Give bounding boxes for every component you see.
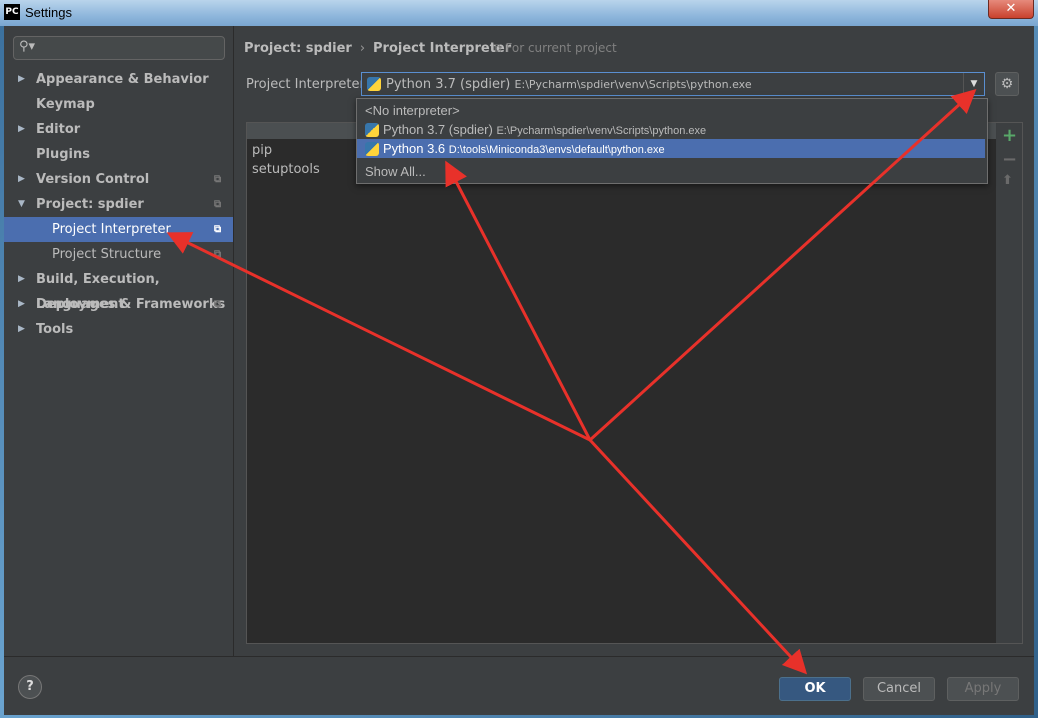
table-row[interactable]: setuptools <box>252 162 320 177</box>
expand-arrow-icon: ▶ <box>18 174 25 184</box>
sidebar-item-label: Languages & Frameworks <box>36 297 226 312</box>
project-scope-icon: ⧉ <box>214 174 222 185</box>
dialog-footer: ? OK Cancel Apply <box>4 656 1034 715</box>
interpreter-select-value: Python 3.7 (spdier) E:\Pycharm\spdier\ve… <box>386 77 752 92</box>
project-scope-icon: ⧉ <box>493 41 506 55</box>
sidebar-item-project[interactable]: ▼ Project: spdier ⧉ <box>4 192 233 217</box>
scope-hint-text: For current project <box>505 41 617 55</box>
sidebar-item-label: Plugins <box>36 147 90 162</box>
sidebar-item-project-structure[interactable]: Project Structure ⧉ <box>4 242 233 267</box>
interpreter-dropdown-list: <No interpreter> Python 3.7 (spdier) E:\… <box>356 98 988 184</box>
sidebar-item-label: Appearance & Behavior <box>36 72 209 87</box>
python-icon <box>365 142 379 156</box>
help-button[interactable]: ? <box>18 675 42 699</box>
interpreter-name: Python 3.7 (spdier) <box>386 77 511 92</box>
option-python-37[interactable]: Python 3.7 (spdier) E:\Pycharm\spdier\ve… <box>357 120 985 139</box>
sidebar-item-build[interactable]: ▶ Build, Execution, Deployment <box>4 267 233 312</box>
settings-sidebar: ⚲▾ ▶ Appearance & Behavior Keymap ▶ Edit… <box>4 26 234 656</box>
table-row[interactable]: pip <box>252 143 272 158</box>
option-label: Show All... <box>365 164 426 179</box>
expand-arrow-icon: ▶ <box>18 299 25 309</box>
sidebar-item-tools[interactable]: ▶ Tools <box>4 317 233 342</box>
settings-search-input[interactable]: ⚲▾ <box>13 36 225 60</box>
expand-arrow-icon: ▶ <box>18 274 25 284</box>
remove-package-icon[interactable]: − <box>1002 149 1017 170</box>
window-title: Settings <box>25 5 72 20</box>
python-icon <box>365 123 379 137</box>
option-label: Python 3.6 D:\tools\Miniconda3\envs\defa… <box>383 139 665 160</box>
option-path: E:\Pycharm\spdier\venv\Scripts\python.ex… <box>496 125 707 137</box>
option-label: Python 3.7 (spdier) E:\Pycharm\spdier\ve… <box>383 120 706 141</box>
cancel-button[interactable]: Cancel <box>863 677 935 701</box>
packages-table: Pa pip setuptools <box>246 122 998 644</box>
option-name: Python 3.6 <box>383 141 446 156</box>
ok-button[interactable]: OK <box>779 677 851 701</box>
expand-arrow-icon: ▶ <box>18 74 25 84</box>
apply-button[interactable]: Apply <box>947 677 1019 701</box>
expand-arrow-icon: ▶ <box>18 324 25 334</box>
sidebar-item-label: Project Structure <box>52 247 162 262</box>
option-path: D:\tools\Miniconda3\envs\default\python.… <box>448 144 665 156</box>
expand-arrow-icon: ▶ <box>18 124 25 134</box>
breadcrumb-page: Project Interpreter <box>373 41 512 56</box>
sidebar-item-editor[interactable]: ▶ Editor <box>4 117 233 142</box>
breadcrumb-separator: › <box>359 41 366 56</box>
sidebar-item-label: Editor <box>36 122 81 137</box>
project-scope-icon: ⧉ <box>214 249 222 260</box>
close-button[interactable]: ✕ <box>988 0 1034 19</box>
collapse-arrow-icon: ▼ <box>18 199 25 209</box>
sidebar-item-plugins[interactable]: Plugins <box>4 142 233 167</box>
interpreter-label: Project Interpreter: <box>246 77 370 92</box>
chevron-down-icon[interactable]: ▼ <box>963 73 984 95</box>
sidebar-item-languages[interactable]: ▶ Languages & Frameworks ⧉ <box>4 292 233 317</box>
gear-icon[interactable]: ⚙ <box>995 72 1019 96</box>
package-toolbar: + − ⬆ <box>996 122 1023 644</box>
option-label: <No interpreter> <box>365 103 460 118</box>
sidebar-item-label: Version Control <box>36 172 150 187</box>
upgrade-package-icon[interactable]: ⬆ <box>1002 173 1013 188</box>
breadcrumb-project: Project: spdier <box>244 41 352 56</box>
sidebar-item-appearance[interactable]: ▶ Appearance & Behavior <box>4 67 233 92</box>
sidebar-item-label: Tools <box>36 322 74 337</box>
search-icon: ⚲▾ <box>19 39 36 54</box>
option-no-interpreter[interactable]: <No interpreter> <box>357 101 985 120</box>
add-package-icon[interactable]: + <box>1002 125 1017 146</box>
sidebar-item-project-interpreter[interactable]: Project Interpreter ⧉ <box>4 217 233 242</box>
sidebar-item-label: Keymap <box>36 97 95 112</box>
option-show-all[interactable]: Show All... <box>357 162 985 181</box>
project-scope-icon: ⧉ <box>214 299 222 310</box>
pycharm-icon: PC <box>4 4 20 20</box>
project-scope-icon: ⧉ <box>214 199 222 210</box>
title-bar: PC Settings ✕ <box>0 0 1038 26</box>
option-name: Python 3.7 (spdier) <box>383 122 493 137</box>
sidebar-item-label: Project: spdier <box>36 197 144 212</box>
project-scope-icon: ⧉ <box>214 224 222 235</box>
settings-window: PC Settings ✕ ⚲▾ ▶ Appearance & Behavior… <box>0 0 1038 718</box>
breadcrumb: Project: spdier › Project Interpreter <box>244 41 511 56</box>
interpreter-path: E:\Pycharm\spdier\venv\Scripts\python.ex… <box>514 78 752 91</box>
python-icon <box>367 77 381 91</box>
sidebar-item-version-control[interactable]: ▶ Version Control ⧉ <box>4 167 233 192</box>
sidebar-item-keymap[interactable]: Keymap <box>4 92 233 117</box>
sidebar-item-label: Project Interpreter <box>52 222 171 237</box>
option-python-36[interactable]: Python 3.6 D:\tools\Miniconda3\envs\defa… <box>357 139 985 158</box>
interpreter-select[interactable]: Python 3.7 (spdier) E:\Pycharm\spdier\ve… <box>361 72 985 96</box>
scope-hint: ⧉ For current project <box>493 41 617 56</box>
